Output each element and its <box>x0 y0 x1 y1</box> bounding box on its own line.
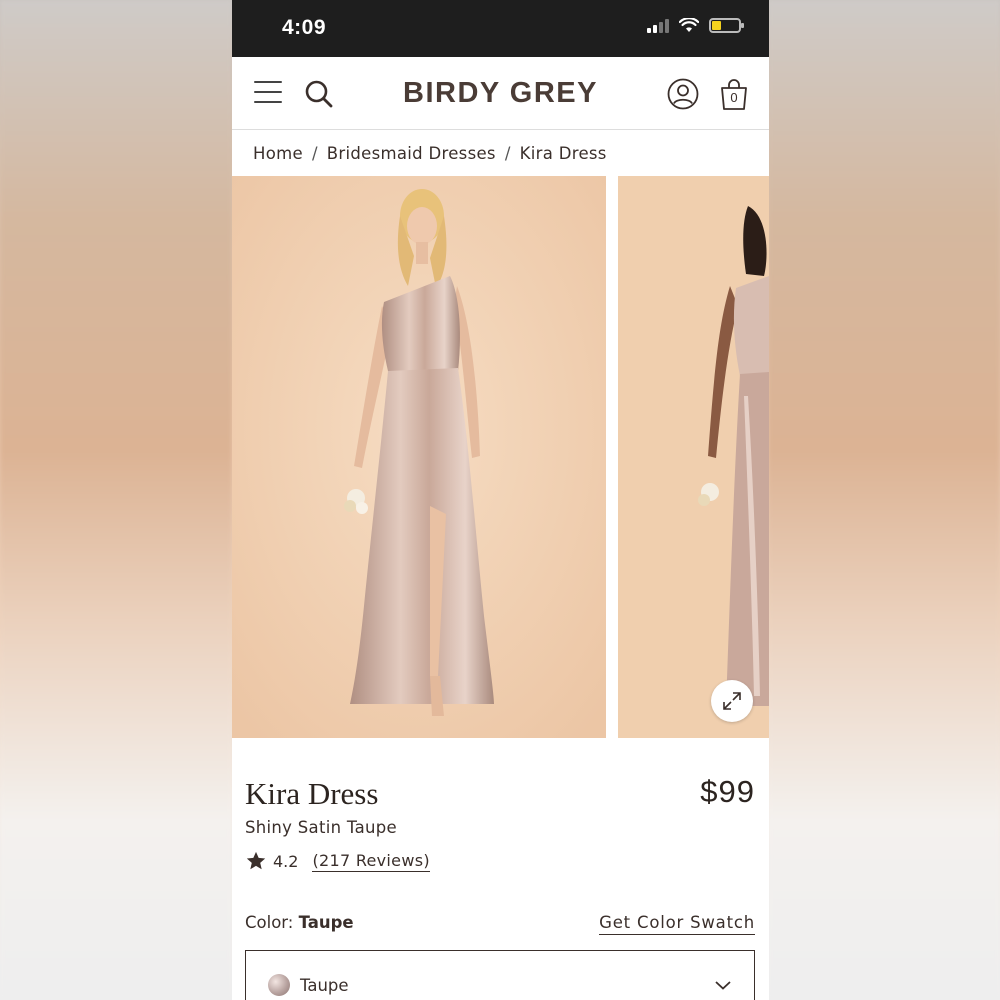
breadcrumb-kira-dress[interactable]: Kira Dress <box>520 144 607 163</box>
phone-screen: 4:09 BIRDY GREY 0 Home / Bridesmaid Dres… <box>232 0 769 1000</box>
product-price: $99 <box>700 774 755 809</box>
cart-count: 0 <box>730 90 738 105</box>
product-title: Kira Dress <box>245 776 379 811</box>
reviews-link[interactable]: (217 Reviews) <box>312 851 430 872</box>
product-image[interactable] <box>232 176 606 738</box>
color-label-text: Color: <box>245 913 294 932</box>
battery-icon <box>709 18 744 33</box>
product-subtitle: Shiny Satin Taupe <box>245 818 397 837</box>
product-gallery[interactable] <box>232 176 769 738</box>
status-icons <box>647 18 744 33</box>
product-rating: 4.2 (217 Reviews) <box>245 850 430 872</box>
color-swatch-dot <box>268 974 290 996</box>
wifi-icon <box>679 18 699 32</box>
expand-image-button[interactable] <box>711 680 753 722</box>
status-bar: 4:09 <box>232 0 769 57</box>
background-blur-left <box>0 0 232 1000</box>
chevron-down-icon <box>715 981 731 990</box>
breadcrumb-bridesmaid-dresses[interactable]: Bridesmaid Dresses <box>327 144 496 163</box>
top-navigation: BIRDY GREY 0 <box>232 57 769 130</box>
bag-icon[interactable]: 0 <box>719 77 749 111</box>
rating-score: 4.2 <box>273 851 299 871</box>
background-blur-right <box>768 0 1000 1000</box>
color-row: Color: Taupe Get Color Swatch <box>245 913 755 935</box>
get-color-swatch-link[interactable]: Get Color Swatch <box>599 913 755 935</box>
color-select-dropdown[interactable]: Taupe <box>245 950 755 1000</box>
cellular-signal-icon <box>647 18 669 33</box>
color-select-value: Taupe <box>300 975 349 995</box>
status-time: 4:09 <box>282 16 327 39</box>
breadcrumb-home[interactable]: Home <box>253 144 303 163</box>
breadcrumb-separator: / <box>504 143 511 163</box>
product-image-secondary[interactable] <box>618 176 769 738</box>
account-icon[interactable] <box>667 78 699 110</box>
expand-icon <box>723 692 741 710</box>
color-label: Color: Taupe <box>245 913 354 935</box>
selected-color: Taupe <box>298 913 354 932</box>
breadcrumb: Home / Bridesmaid Dresses / Kira Dress <box>232 130 769 176</box>
star-icon <box>246 851 266 870</box>
breadcrumb-separator: / <box>311 143 318 163</box>
